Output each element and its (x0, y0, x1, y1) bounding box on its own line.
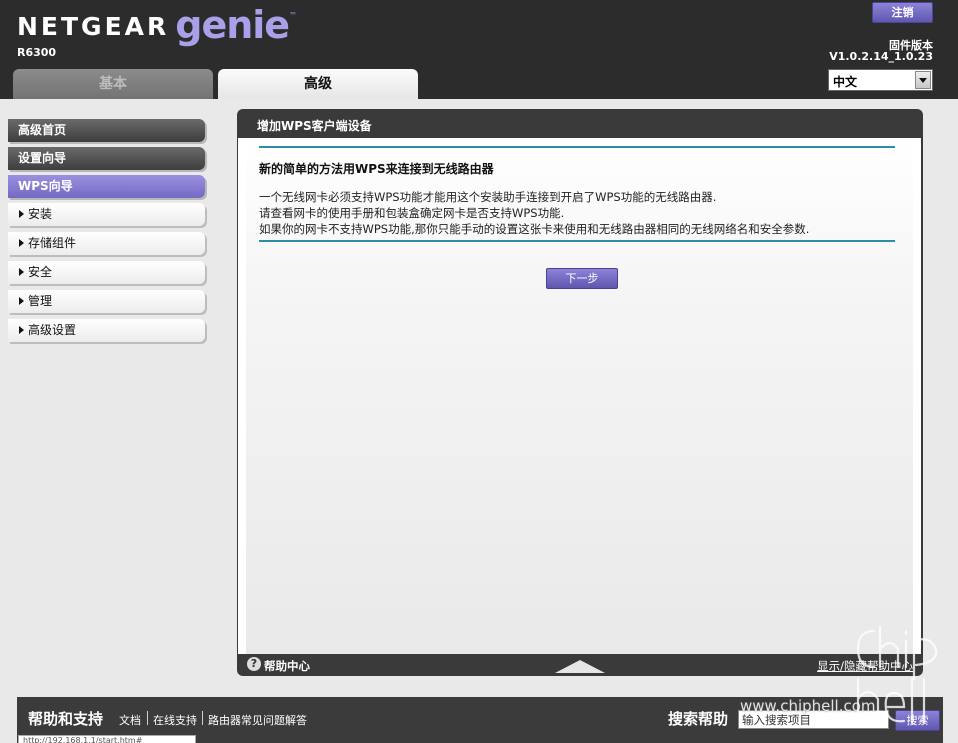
language-value: 中文 (833, 75, 858, 89)
divider (147, 711, 148, 725)
link-router-faq[interactable]: 路由器常见问题解答 (208, 712, 307, 728)
content-body: 新的简单的方法用WPS来连接到无线路由器 一个无线网卡必须支持WPS功能才能用这… (238, 138, 921, 654)
header-bar: NETGEAR genie™ R6300 注销 固件版本 V1.0.2.14_1.… (0, 0, 958, 99)
search-label: 搜索帮助 (668, 710, 729, 728)
sidebar-item-label: 安全 (28, 265, 53, 279)
next-button[interactable]: 下一步 (546, 268, 618, 289)
router-model: R6300 (17, 46, 57, 59)
triangle-right-icon (19, 297, 24, 305)
sidebar-item-setup-wizard[interactable]: 设置向导 (8, 147, 205, 170)
logout-button[interactable]: 注销 (872, 2, 933, 23)
sidebar-item-wps-wizard[interactable]: WPS向导 (8, 175, 205, 198)
brand-name: NETGEAR (17, 12, 170, 41)
section-heading: 新的简单的方法用WPS来连接到无线路由器 (259, 162, 494, 176)
expand-help-icon[interactable] (555, 660, 605, 673)
netgear-genie-logo: NETGEAR genie™ (17, 3, 298, 47)
tab-advanced[interactable]: 高级 (218, 69, 418, 99)
sidebar-item-advanced-setup[interactable]: 高级设置 (8, 319, 205, 342)
help-center-label: 帮助中心 (264, 659, 310, 673)
link-documentation[interactable]: 文档 (119, 712, 141, 728)
chiphell-watermark-logo (856, 625, 938, 725)
tab-basic[interactable]: 基本 (13, 69, 213, 99)
language-select[interactable]: 中文 (828, 69, 933, 91)
info-line: 如果你的网卡不支持WPS功能,那你只能手动的设置这张卡来使用和无线路由器相同的无… (259, 222, 810, 236)
info-line: 一个无线网卡必须支持WPS功能才能用这个安装助手连接到开启了WPS功能的无线路由… (259, 190, 717, 204)
page-title: 增加WPS客户端设备 (257, 119, 372, 133)
product-name: genie (175, 3, 290, 47)
sidebar-item-security[interactable]: 安全 (8, 261, 205, 284)
triangle-right-icon (19, 326, 24, 334)
sidebar-item-setup[interactable]: 安装 (8, 203, 205, 226)
triangle-right-icon (19, 210, 24, 218)
divider (202, 711, 203, 725)
firmware-version: V1.0.2.14_1.0.23 (829, 50, 933, 63)
sidebar-item-label: 安装 (28, 207, 53, 221)
link-online-support[interactable]: 在线支持 (153, 712, 197, 728)
sidebar-item-advanced-home[interactable]: 高级首页 (8, 119, 205, 142)
triangle-right-icon (19, 268, 24, 276)
sidebar-item-storage[interactable]: 存储组件 (8, 232, 205, 255)
content-panel: 增加WPS客户端设备 新的简单的方法用WPS来连接到无线路由器 一个无线网卡必须… (237, 109, 923, 676)
chevron-down-icon[interactable] (915, 71, 931, 89)
divider (259, 146, 895, 148)
sidebar-item-administration[interactable]: 管理 (8, 290, 205, 313)
info-line: 请查看网卡的使用手册和包装盒确定网卡是否支持WPS功能. (259, 206, 565, 220)
help-bar: ? 帮助中心 显示/隐藏帮助中心 (237, 654, 923, 676)
divider (259, 240, 895, 242)
sidebar-item-label: 存储组件 (28, 236, 77, 250)
sidebar-item-label: 管理 (28, 294, 53, 308)
help-icon: ? (247, 657, 261, 671)
footer-title: 帮助和支持 (28, 710, 104, 728)
trademark-mark: ™ (289, 11, 298, 20)
triangle-right-icon (19, 239, 24, 247)
sidebar-item-label: 高级设置 (28, 323, 77, 337)
status-bar-url: http://192.168.1.1/start.htm# (18, 735, 196, 743)
